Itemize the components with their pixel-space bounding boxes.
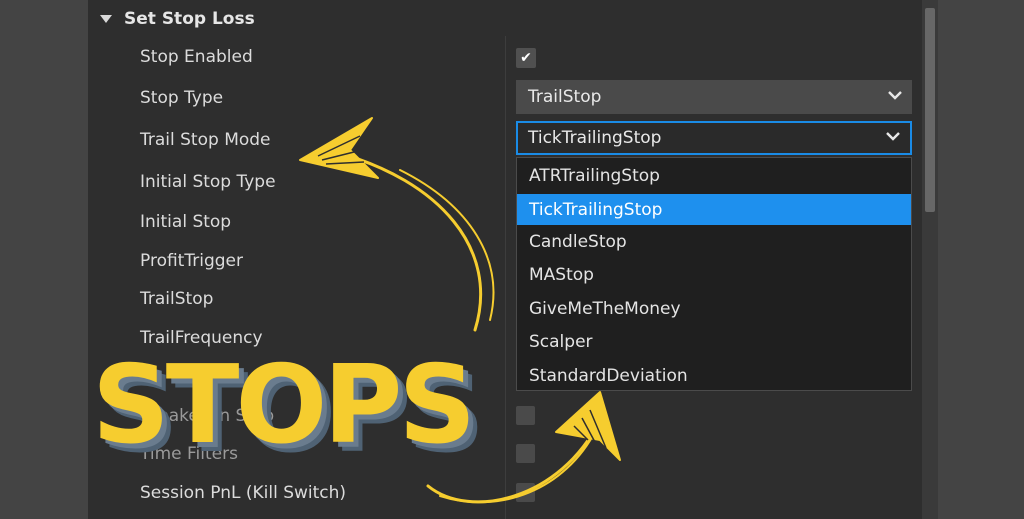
dropdown-option[interactable]: StandardDeviation: [517, 360, 911, 391]
label-session-pnl: Session PnL (Kill Switch): [140, 483, 347, 503]
column-divider: [505, 36, 506, 519]
section-title: Set Stop Loss: [124, 9, 255, 29]
dropdown-option-selected[interactable]: TickTrailingStop: [517, 194, 911, 225]
chevron-down-icon: [888, 89, 902, 101]
stop-enabled-checkbox[interactable]: ✔: [516, 48, 536, 68]
dropdown-option[interactable]: Scalper: [517, 326, 911, 357]
label-stop-enabled: Stop Enabled: [140, 47, 253, 67]
chevron-down-icon: [886, 130, 900, 142]
dropdown-option[interactable]: MAStop: [517, 259, 911, 290]
label-initial-stop: Initial Stop: [140, 212, 232, 232]
time-filters-checkbox[interactable]: [516, 444, 535, 463]
trail-stop-mode-value: TickTrailingStop: [528, 128, 662, 148]
section-header[interactable]: Set Stop Loss: [100, 6, 255, 32]
stop-type-value: TrailStop: [528, 87, 602, 107]
stops-overlay-title: STOPS: [92, 343, 476, 468]
trail-stop-mode-dropdown: ATRTrailingStop TickTrailingStop CandleS…: [516, 157, 912, 391]
label-trail-stop-mode: Trail Stop Mode: [140, 130, 271, 150]
dropdown-option[interactable]: CandleStop: [517, 226, 911, 257]
trail-stop-mode-select[interactable]: TickTrailingStop: [516, 121, 912, 155]
session-pnl-checkbox[interactable]: [516, 483, 535, 502]
dropdown-option[interactable]: GiveMeTheMoney: [517, 293, 911, 324]
left-backdrop: [0, 0, 88, 519]
collapse-triangle-icon[interactable]: [100, 15, 112, 23]
stop-type-select[interactable]: TrailStop: [516, 80, 912, 114]
scrollbar-thumb[interactable]: [925, 8, 935, 212]
label-profit-trigger: ProfitTrigger: [140, 251, 243, 271]
label-trail-stop: TrailStop: [140, 289, 214, 309]
checkmark-icon: ✔: [520, 50, 532, 66]
label-initial-stop-type: Initial Stop Type: [140, 172, 276, 192]
breakeven-stop-checkbox[interactable]: [516, 406, 535, 425]
right-backdrop: [938, 0, 1024, 519]
dropdown-option[interactable]: ATRTrailingStop: [517, 160, 911, 191]
label-stop-type: Stop Type: [140, 88, 224, 108]
